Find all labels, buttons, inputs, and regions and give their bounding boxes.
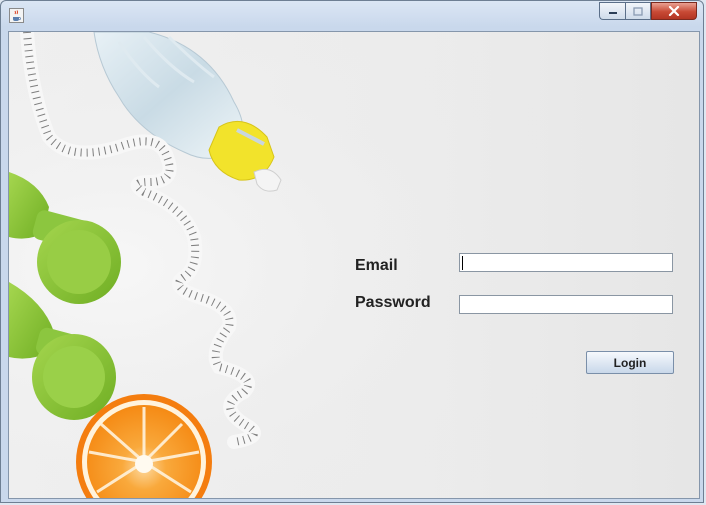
- minimize-button[interactable]: [599, 2, 625, 20]
- login-button[interactable]: Login: [586, 351, 674, 374]
- close-button[interactable]: [651, 2, 697, 20]
- login-panel: Email Password Login: [8, 31, 700, 499]
- close-icon: [668, 6, 680, 16]
- maximize-icon: [633, 6, 643, 16]
- title-bar[interactable]: [1, 1, 703, 29]
- maximize-button[interactable]: [625, 2, 651, 20]
- email-field[interactable]: [459, 253, 673, 272]
- password-field[interactable]: [459, 295, 673, 314]
- java-cup-icon: [9, 8, 24, 23]
- minimize-icon: [608, 12, 617, 14]
- app-window: Email Password Login: [0, 0, 704, 503]
- text-caret: [462, 256, 463, 270]
- password-label: Password: [355, 294, 431, 311]
- email-label: Email: [355, 257, 398, 274]
